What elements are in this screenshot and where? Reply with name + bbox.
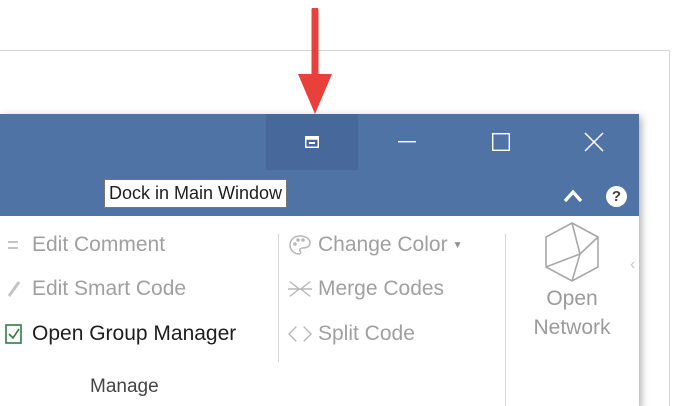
edit-smart-code-button[interactable]: Edit Smart Code xyxy=(2,272,186,306)
ribbon: Edit Comment Edit Smart Code Open Group … xyxy=(0,216,639,406)
merge-icon xyxy=(288,277,312,301)
help-button[interactable]: ? xyxy=(606,186,627,207)
scroll-arrow-icon[interactable]: ‹ xyxy=(630,256,635,274)
dock-window-icon xyxy=(305,136,319,148)
floating-window: Dock in Main Window ? Edit Comment Edit … xyxy=(0,114,639,406)
close-icon xyxy=(583,132,604,152)
change-color-button[interactable]: Change Color ▼ xyxy=(288,228,463,262)
split-code-button[interactable]: Split Code xyxy=(288,317,415,351)
group-label-manage: Manage xyxy=(90,376,159,397)
tooltip: Dock in Main Window xyxy=(104,179,288,208)
comment-icon xyxy=(2,233,26,257)
minimize-icon xyxy=(398,141,416,143)
palette-icon xyxy=(288,233,312,257)
pencil-icon xyxy=(2,277,26,301)
close-button[interactable] xyxy=(548,114,639,170)
open-network-label-1: Open xyxy=(546,287,598,310)
maximize-button[interactable] xyxy=(454,114,548,170)
help-label: ? xyxy=(611,188,622,205)
group-manager-icon xyxy=(2,322,26,346)
dock-button[interactable] xyxy=(266,114,358,170)
minimize-button[interactable] xyxy=(360,114,454,170)
group-separator xyxy=(505,234,506,406)
split-icon xyxy=(288,322,312,346)
open-group-manager-button[interactable]: Open Group Manager xyxy=(2,317,236,351)
edit-comment-button[interactable]: Edit Comment xyxy=(2,228,165,262)
merge-codes-button[interactable]: Merge Codes xyxy=(288,272,444,306)
maximize-icon xyxy=(492,133,510,151)
group-separator xyxy=(278,234,279,362)
collapse-ribbon-button[interactable] xyxy=(562,187,584,205)
chevron-up-icon xyxy=(563,189,583,203)
open-network-button[interactable]: Open Network xyxy=(516,220,628,370)
network-icon xyxy=(545,222,599,282)
chevron-down-icon: ▼ xyxy=(452,239,463,251)
title-bar: Dock in Main Window ? xyxy=(0,114,639,216)
annotation-arrow-icon xyxy=(298,8,332,114)
open-network-label-2: Network xyxy=(533,316,611,339)
